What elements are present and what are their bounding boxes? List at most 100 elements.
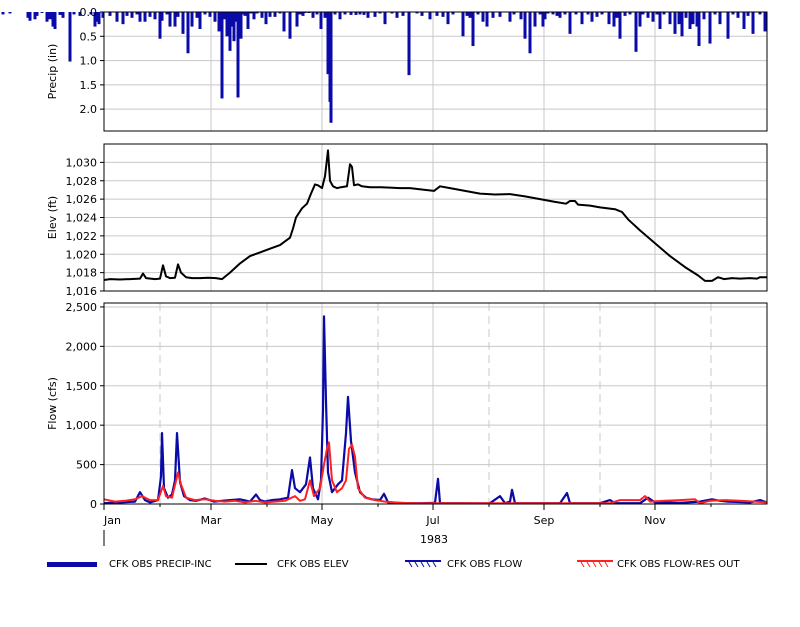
precip-bar [697, 12, 701, 46]
precip-bar [590, 12, 594, 22]
precip-bar [168, 12, 172, 27]
legend-swatch-flow-graphic [405, 560, 441, 568]
legend: CFK OBS PRECIP-INC CFK OBS ELEV CFK OBS … [0, 552, 800, 576]
ylabel-precip: Precip (in) [46, 44, 59, 100]
precip-bar [366, 12, 370, 18]
precip-bar [115, 12, 119, 22]
precip-bar [264, 12, 268, 25]
precip-bar [97, 12, 101, 25]
precip-bar [319, 12, 323, 29]
xlabel-year: 1983 [420, 533, 448, 546]
precip-bar [329, 12, 333, 123]
series-line-cfk-obs-flow [103, 315, 768, 505]
legend-label-elev: CFK OBS ELEV [277, 558, 349, 570]
precip-bar [638, 12, 642, 27]
precip-bar [53, 12, 57, 29]
precip-bar [718, 12, 722, 25]
legend-item-res-out: CFK OBS FLOW-RES OUT [577, 552, 740, 576]
ylabel-elev: Elev (ft) [46, 196, 59, 239]
precip-bar [746, 12, 750, 16]
xtick-label: Nov [644, 514, 666, 527]
xtick-label: Sep [534, 514, 555, 527]
panel-elev [100, 143, 768, 292]
precip-bar [528, 12, 532, 54]
precip-bar [580, 12, 584, 25]
ytick-label-precip: 2.0 [80, 103, 98, 116]
precip-bar [195, 12, 199, 18]
precip-bar [677, 12, 681, 25]
precip-bar [684, 12, 688, 18]
precip-bar [751, 12, 755, 34]
precip-bar [68, 12, 72, 62]
precip-bar [220, 12, 224, 99]
ytick-label-elev: 1,026 [66, 193, 98, 206]
precip-bar [130, 12, 134, 18]
ytick-label-elev: 1,018 [66, 267, 98, 280]
precip-bar [373, 12, 377, 17]
precip-bar [491, 12, 495, 18]
precip-bar [121, 12, 125, 25]
precip-bar [252, 12, 256, 20]
precip-bar [558, 12, 562, 18]
precip-bar [658, 12, 662, 29]
ytick-label-elev: 1,020 [66, 248, 98, 261]
precip-bar [407, 12, 411, 76]
precip-bar [668, 12, 672, 25]
precip-bar [461, 12, 465, 37]
panel-precip [1, 11, 768, 132]
precip-bar [173, 12, 177, 27]
precip-bar [595, 12, 599, 17]
precip-bar [383, 12, 387, 25]
precip-bar [691, 12, 695, 25]
ylabel-flow: Flow (cfs) [46, 377, 59, 430]
xtick-label: Jan [103, 514, 121, 527]
precip-bar [239, 12, 243, 39]
panel-frame [103, 302, 768, 505]
precip-bar [58, 12, 62, 15]
precip-bar [190, 12, 194, 27]
precip-bar [198, 12, 202, 29]
precip-bar [1, 12, 5, 15]
precip-bar [282, 12, 286, 32]
ytick-label-precip: 0.5 [80, 30, 98, 43]
precip-bar [612, 12, 616, 27]
hydrograph-chart: 0.0 0.5 1.0 1.5 2.0 Precip (in) 1,016 1,018 1,02… [1, 6, 768, 546]
precip-bar [225, 12, 229, 37]
precip-bar [519, 12, 523, 20]
xtick-label: May [311, 514, 334, 527]
precip-bar [634, 12, 638, 52]
precip-bar [523, 12, 527, 39]
precip-bar [143, 12, 147, 22]
legend-item-precip: CFK OBS PRECIP-INC [47, 552, 212, 576]
precip-bar [646, 12, 650, 18]
precip-bar [186, 12, 190, 54]
precip-bar [176, 12, 180, 17]
legend-label-res-out: CFK OBS FLOW-RES OUT [617, 558, 740, 570]
xtick-label: Mar [201, 514, 222, 527]
ytick-label-elev: 1,024 [66, 212, 98, 225]
precip-bar [555, 12, 559, 16]
precip-bar [508, 12, 512, 22]
precip-bar [217, 12, 221, 32]
precip-bar [401, 12, 405, 16]
precip-bar [243, 12, 247, 16]
precip-bar [40, 12, 44, 13]
precip-bar [125, 12, 129, 16]
legend-swatch-flow [405, 557, 441, 571]
precip-bar [138, 12, 142, 22]
legend-label-precip: CFK OBS PRECIP-INC [109, 558, 212, 570]
ytick-label-flow: 1,500 [66, 380, 98, 393]
precip-bar [222, 12, 226, 20]
precip-bar [736, 12, 740, 18]
precip-bar [465, 12, 469, 16]
precip-bar [61, 12, 65, 18]
series-line-cfk-obs-elev [103, 149, 767, 282]
legend-swatch-res-out [577, 557, 613, 571]
precip-bar [273, 12, 277, 17]
ytick-label-flow: 2,500 [66, 301, 98, 314]
precip-bar [35, 12, 39, 16]
legend-swatch-precip [47, 557, 97, 571]
legend-item-elev: CFK OBS ELEV [235, 552, 349, 576]
precip-bar [742, 12, 746, 29]
precip-bar [208, 12, 212, 17]
